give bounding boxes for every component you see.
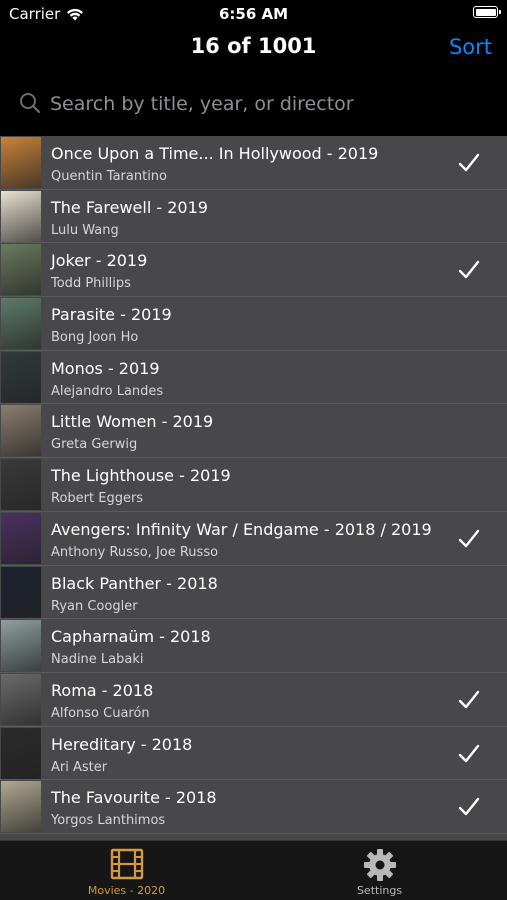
movie-title: The Farewell - 2019 [51, 197, 208, 217]
movie-title: Parasite - 2019 [51, 305, 172, 325]
poster-thumbnail [1, 405, 41, 457]
movie-row[interactable]: The Lighthouse - 2019 Robert Eggers [0, 458, 507, 512]
movie-director: Yorgos Lanthimos [51, 813, 166, 829]
film-strip-icon [110, 848, 143, 880]
movie-director: Todd Phillips [51, 276, 131, 292]
movie-director: Alejandro Landes [51, 383, 164, 399]
movie-director: Nadine Labaki [51, 652, 144, 668]
movie-director: Ari Aster [51, 759, 108, 775]
poster-thumbnail [1, 190, 41, 242]
checkmark-icon [458, 153, 480, 172]
page-title: 16 of 1001 [190, 34, 317, 58]
checkmark-icon [458, 690, 480, 709]
movie-title: The Lighthouse - 2019 [51, 466, 231, 486]
search-input[interactable] [48, 90, 492, 118]
movie-director: Anthony Russo, Joe Russo [51, 544, 219, 560]
app-screen: Carrier 6:56 AM 16 of 1001 Sort Once Upo… [0, 0, 507, 900]
movie-row[interactable]: Roma - 2018 Alfonso Cuarón [0, 673, 507, 727]
movie-director: Alfonso Cuarón [51, 705, 150, 721]
movie-title: Hereditary - 2018 [51, 734, 193, 754]
status-right [473, 6, 501, 18]
movie-row[interactable]: Avengers: Infinity War / Endgame - 2018 … [0, 512, 507, 566]
poster-thumbnail [1, 620, 41, 672]
checkmark-icon [458, 744, 480, 762]
poster-thumbnail [1, 244, 41, 296]
movie-list[interactable]: Once Upon a Time... In Hollywood - 2019 Q… [0, 136, 507, 840]
movie-row[interactable]: Little Women - 2019 Greta Gerwig [0, 404, 507, 459]
poster-thumbnail [1, 512, 41, 564]
movie-title: Roma - 2018 [51, 680, 154, 700]
movie-director: Greta Gerwig [51, 437, 138, 453]
movie-row[interactable]: Once Upon a Time... In Hollywood - 2019 Q… [0, 136, 507, 190]
movie-title: Once Upon a Time... In Hollywood - 2019 [51, 144, 379, 163]
poster-thumbnail [1, 298, 41, 350]
movie-title: Capharnaüm - 2018 [51, 627, 211, 647]
checkmark-icon [458, 529, 480, 548]
poster-thumbnail [1, 137, 41, 188]
movie-row[interactable]: Parasite - 2019 Bong Joon Ho [0, 297, 507, 351]
movie-director: Bong Joon Ho [51, 330, 139, 346]
movie-title: The Favourite - 2018 [51, 788, 217, 808]
movie-row[interactable]: The Farewell - 2019 Lulu Wang [0, 190, 507, 244]
movie-row[interactable]: Hereditary - 2018 Ari Aster [0, 727, 507, 781]
movie-director: Robert Eggers [51, 491, 144, 507]
movie-row[interactable]: Black Panther - 2018 Ryan Coogler [0, 566, 507, 620]
battery-icon [473, 6, 501, 18]
tab-settings-label: Settings [356, 884, 403, 897]
movie-director: Lulu Wang [51, 222, 119, 238]
status-bar: Carrier 6:56 AM [0, 0, 507, 28]
movie-title: Joker - 2019 [51, 251, 148, 271]
poster-thumbnail [1, 566, 41, 618]
poster-thumbnail [1, 781, 41, 833]
tab-bar: Movies - 2020 Settings [0, 840, 507, 900]
movie-row[interactable]: Joker - 2019 Todd Phillips [0, 243, 507, 298]
poster-thumbnail [1, 351, 41, 403]
poster-thumbnail [1, 727, 41, 779]
checkmark-icon [458, 261, 480, 279]
movie-row[interactable]: The Favourite - 2018 Yorgos Lanthimos [0, 780, 507, 834]
poster-thumbnail [1, 673, 41, 725]
tab-movies-label: Movies - 2020 [87, 884, 166, 897]
movie-director: Quentin Tarantino [51, 169, 167, 184]
movie-director: Ryan Coogler [51, 598, 138, 614]
movie-title: Little Women - 2019 [51, 412, 214, 432]
checkmark-icon [458, 798, 480, 816]
movie-title: Black Panther - 2018 [51, 573, 218, 593]
movie-title: Avengers: Infinity War / Endgame - 2018 … [51, 519, 432, 539]
tab-movies[interactable]: Movies - 2020 [0, 841, 253, 900]
navigation-bar: 16 of 1001 Sort [0, 28, 507, 68]
sort-button[interactable]: Sort [449, 35, 492, 59]
search-bar [0, 80, 507, 126]
movie-title: Monos - 2019 [51, 358, 160, 378]
gear-icon [363, 849, 396, 881]
movie-row[interactable]: Capharnaüm - 2018 Nadine Labaki [0, 619, 507, 673]
movie-row[interactable]: Monos - 2019 Alejandro Landes [0, 351, 507, 405]
tab-settings[interactable]: Settings [253, 841, 506, 900]
search-icon [20, 93, 41, 114]
status-time: 6:56 AM [218, 5, 289, 23]
poster-thumbnail [1, 459, 41, 511]
